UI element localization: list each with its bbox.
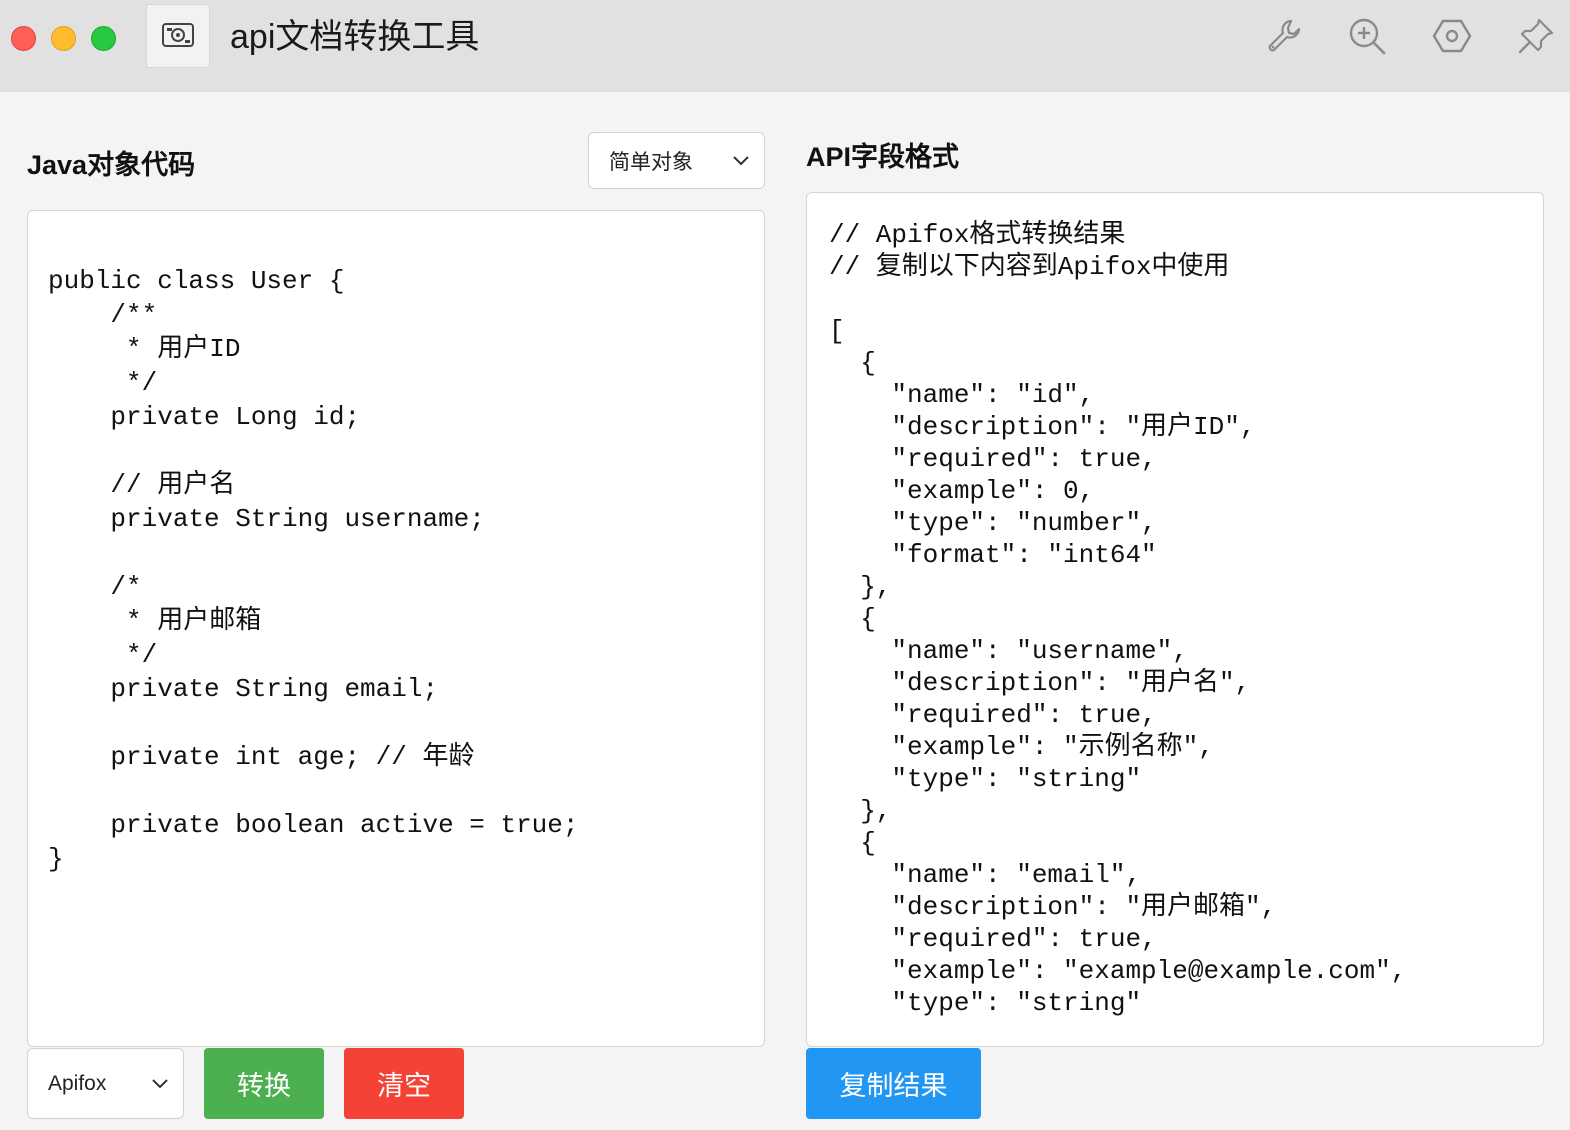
- clear-button[interactable]: 清空: [344, 1048, 464, 1119]
- code-line: * 用户ID: [48, 334, 241, 364]
- code-line: "required": true,: [829, 700, 1157, 730]
- left-panel-title: Java对象代码: [27, 150, 196, 180]
- code-line: */: [48, 368, 158, 398]
- code-line: "type": "string": [829, 988, 1142, 1018]
- minimize-window-button[interactable]: [51, 26, 76, 51]
- format-value: Apifox: [48, 1071, 107, 1095]
- code-line: private int age; // 年龄: [48, 742, 475, 772]
- code-line: "name": "email",: [829, 860, 1142, 890]
- code-line: */: [48, 640, 158, 670]
- code-line: "type": "number",: [829, 508, 1157, 538]
- code-line: },: [829, 796, 892, 826]
- code-line: private Long id;: [48, 402, 361, 432]
- title-bar: api文档转换工具: [0, 0, 1570, 92]
- code-line: {: [829, 348, 876, 378]
- tool-icon: [146, 4, 210, 68]
- api-result-output[interactable]: // Apifox格式转换结果// 复制以下内容到Apifox中使用 [ { "…: [806, 192, 1544, 1047]
- code-line: "format": "int64": [829, 540, 1157, 570]
- code-line: /**: [48, 300, 158, 330]
- java-code-input[interactable]: public class User { /** * 用户ID */ privat…: [27, 210, 765, 1047]
- java-code-text: public class User { /** * 用户ID */ privat…: [48, 230, 579, 876]
- copy-result-button[interactable]: 复制结果: [806, 1048, 981, 1119]
- code-line: {: [829, 604, 876, 634]
- code-line: "required": true,: [829, 924, 1157, 954]
- code-line: private boolean active = true;: [48, 810, 579, 840]
- code-line: private String email;: [48, 674, 439, 704]
- pin-icon[interactable]: [1514, 14, 1558, 58]
- right-panel-title: API字段格式: [806, 142, 960, 172]
- code-line: {: [829, 828, 876, 858]
- code-line: [: [829, 316, 845, 346]
- code-line: private String username;: [48, 504, 485, 534]
- code-line: // 复制以下内容到Apifox中使用: [829, 252, 1230, 282]
- window-title: api文档转换工具: [230, 18, 480, 56]
- code-line: "description": "用户邮箱",: [829, 892, 1277, 922]
- api-result-text: // Apifox格式转换结果// 复制以下内容到Apifox中使用 [ { "…: [829, 219, 1406, 1019]
- chevron-down-icon: [733, 155, 749, 165]
- close-window-button[interactable]: [11, 26, 36, 51]
- code-line: "description": "用户名",: [829, 668, 1251, 698]
- code-line: }: [48, 844, 64, 874]
- zoom-in-icon[interactable]: [1345, 14, 1389, 58]
- code-line: public class User {: [48, 266, 345, 296]
- code-line: /*: [48, 572, 142, 602]
- chevron-down-icon: [152, 1078, 168, 1088]
- code-line: "example": 0,: [829, 476, 1095, 506]
- code-line: "required": true,: [829, 444, 1157, 474]
- code-line: // 用户名: [48, 470, 236, 500]
- code-line: "example": "示例名称",: [829, 732, 1214, 762]
- code-line: // Apifox格式转换结果: [829, 220, 1126, 250]
- hexagon-icon[interactable]: [1430, 14, 1474, 58]
- code-line: "name": "username",: [829, 636, 1188, 666]
- code-line: "name": "id",: [829, 380, 1095, 410]
- convert-button[interactable]: 转换: [204, 1048, 324, 1119]
- format-select[interactable]: Apifox: [27, 1048, 184, 1119]
- code-line: "type": "string": [829, 764, 1142, 794]
- code-line: },: [829, 572, 892, 602]
- maximize-window-button[interactable]: [91, 26, 116, 51]
- code-line: * 用户邮箱: [48, 606, 262, 636]
- object-type-select[interactable]: 简单对象: [588, 132, 765, 189]
- code-line: "example": "example@example.com",: [829, 956, 1407, 986]
- object-type-value: 简单对象: [609, 150, 693, 174]
- wrench-icon[interactable]: [1262, 14, 1306, 58]
- code-line: "description": "用户ID",: [829, 412, 1256, 442]
